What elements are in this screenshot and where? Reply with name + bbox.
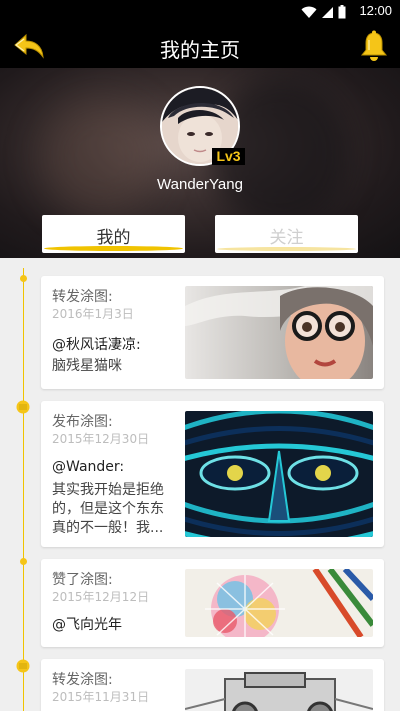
tab-follow-indicator xyxy=(217,247,356,251)
card-image-art xyxy=(185,669,373,711)
tab-follow-label: 关注 xyxy=(269,228,304,248)
card-date: 2015年11月31日 xyxy=(52,690,150,704)
status-bar: 12:00 xyxy=(0,0,400,24)
tab-mine-label: 我的 xyxy=(96,228,131,248)
username: WanderYang xyxy=(157,176,243,193)
notification-button[interactable] xyxy=(360,30,388,62)
status-time: 12:00 xyxy=(359,3,392,18)
feed-card[interactable]: 发布涂图: 2015年12月30日 @Wander: 其实我开始是拒绝的，但是这… xyxy=(41,401,384,547)
card-image[interactable] xyxy=(185,286,373,379)
card-image[interactable] xyxy=(185,411,373,537)
feed-card[interactable]: 转发涂图: 2015年11月31日 xyxy=(41,659,384,711)
card-image[interactable] xyxy=(185,569,373,637)
feed-card[interactable]: 转发涂图: 2016年1月3日 @秋风话凄凉: 脑残星猫咪 xyxy=(41,276,384,389)
card-text: 其实我开始是拒绝的，但是这个东东真的不一般！我... xyxy=(52,482,164,536)
level-badge: Lv3 xyxy=(212,148,245,165)
wifi-icon xyxy=(301,6,317,18)
card-image-art xyxy=(185,569,373,637)
timeline-dot xyxy=(20,275,27,282)
card-date: 2015年12月12日 xyxy=(52,590,150,604)
card-image-art xyxy=(185,411,373,537)
timeline-marker-icon xyxy=(16,400,30,414)
signal-icon xyxy=(322,6,333,18)
card-user[interactable]: @Wander: xyxy=(52,459,124,475)
card-image-art xyxy=(185,286,373,379)
timeline-line xyxy=(23,268,24,711)
tab-follow[interactable]: 关注 xyxy=(215,215,358,253)
bell-icon xyxy=(360,30,388,61)
page-title: 我的主页 xyxy=(160,38,240,62)
title-bar: 我的主页 xyxy=(0,24,400,68)
timeline-marker-icon xyxy=(16,659,30,673)
card-date: 2015年12月30日 xyxy=(52,432,150,446)
card-action: 发布涂图: xyxy=(52,414,113,430)
background-glow xyxy=(40,98,160,218)
timeline-dot xyxy=(20,558,27,565)
feed-card[interactable]: 赞了涂图: 2015年12月12日 @飞向光年 xyxy=(41,559,384,647)
card-action: 赞了涂图: xyxy=(52,572,113,588)
card-user[interactable]: @秋风话凄凉: xyxy=(52,334,141,354)
card-image[interactable] xyxy=(185,669,373,711)
card-user[interactable]: @飞向光年 xyxy=(52,614,122,634)
card-text: 脑残星猫咪 xyxy=(52,358,122,374)
card-date: 2016年1月3日 xyxy=(52,307,134,321)
card-action: 转发涂图: xyxy=(52,289,113,305)
card-action: 转发涂图: xyxy=(52,672,113,688)
avatar-container[interactable]: Lv3 xyxy=(160,86,245,166)
battery-icon xyxy=(338,5,346,19)
tab-mine-indicator xyxy=(44,246,183,251)
status-icons xyxy=(301,4,346,20)
tab-mine[interactable]: 我的 xyxy=(42,215,185,253)
